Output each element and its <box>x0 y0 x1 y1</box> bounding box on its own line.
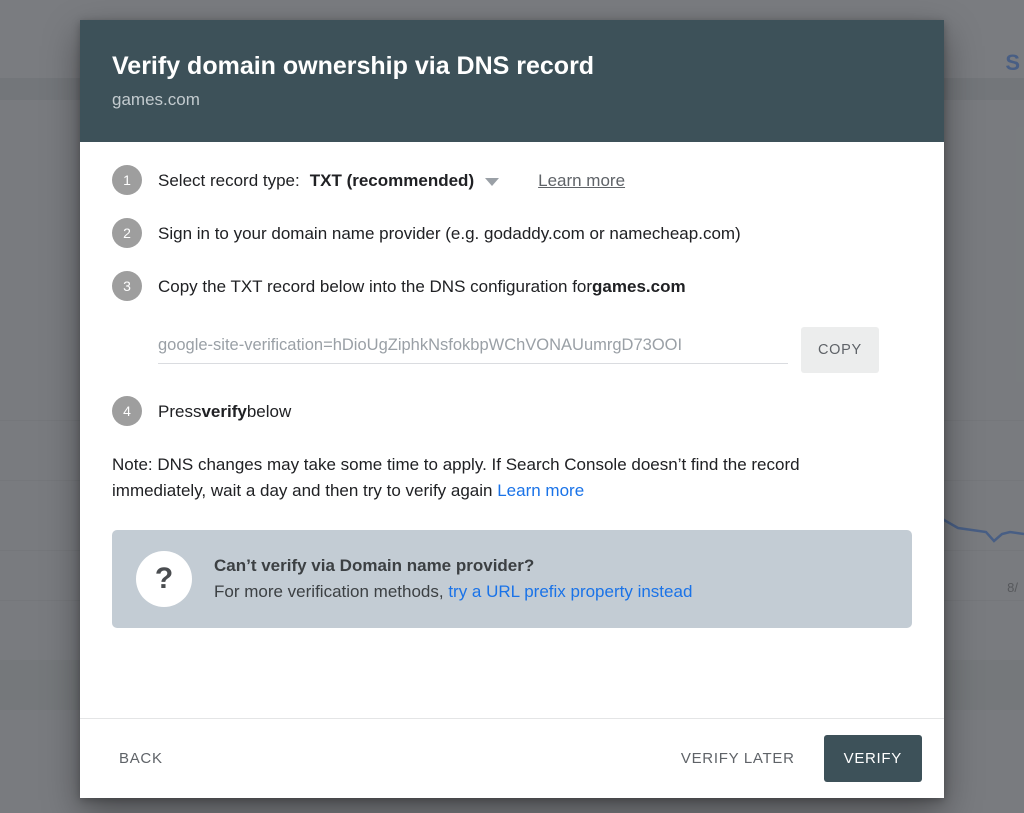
step-3: 3 Copy the TXT record below into the DNS… <box>112 271 912 301</box>
dns-note: Note: DNS changes may take some time to … <box>112 452 882 504</box>
verify-later-button[interactable]: VERIFY LATER <box>664 738 812 779</box>
help-callout-title: Can’t verify via Domain name provider? <box>214 556 535 575</box>
help-callout-sub-prefix: For more verification methods, <box>214 582 449 601</box>
record-type-value: TXT (recommended) <box>309 171 475 190</box>
record-type-select[interactable]: TXT (recommended) <box>309 168 500 194</box>
step-3-content: Copy the TXT record below into the DNS c… <box>158 274 686 300</box>
url-prefix-property-link[interactable]: try a URL prefix property instead <box>448 582 692 601</box>
step-badge-4: 4 <box>112 396 142 426</box>
help-callout-text: Can’t verify via Domain name provider? F… <box>214 553 692 605</box>
step-2-label: Sign in to your domain name provider (e.… <box>158 224 741 243</box>
chevron-down-icon <box>485 178 500 186</box>
step-4-content: Press verify below <box>158 399 291 425</box>
step-4-emphasis: verify <box>201 402 247 421</box>
learn-more-link-note[interactable]: Learn more <box>497 481 584 500</box>
step-4-label-suffix: below <box>246 402 292 421</box>
step-1-content: Select record type: TXT (recommended) Le… <box>158 168 625 194</box>
verify-domain-dialog: Verify domain ownership via DNS record g… <box>80 20 944 798</box>
step-4: 4 Press verify below <box>112 396 912 426</box>
step-badge-1: 1 <box>112 165 142 195</box>
txt-record-value[interactable]: google-site-verification=hDioUgZiphkNsfo… <box>158 336 788 364</box>
step-3-label-prefix: Copy the TXT record below into the DNS c… <box>158 277 593 296</box>
dialog-header: Verify domain ownership via DNS record g… <box>80 20 944 142</box>
question-mark-icon: ? <box>136 551 192 607</box>
step-1-label: Select record type: <box>158 171 300 190</box>
page-title: Verify domain ownership via DNS record <box>112 52 595 81</box>
back-button[interactable]: BACK <box>102 738 180 779</box>
copy-button[interactable]: COPY <box>801 327 879 373</box>
dialog-body: 1 Select record type: TXT (recommended) … <box>80 142 944 718</box>
step-1: 1 Select record type: TXT (recommended) … <box>112 165 912 195</box>
verify-button[interactable]: VERIFY <box>823 735 922 782</box>
txt-record-row: google-site-verification=hDioUgZiphkNsfo… <box>158 327 912 373</box>
dialog-footer: BACK VERIFY LATER VERIFY <box>80 718 944 798</box>
step-3-domain: games.com <box>592 277 686 296</box>
step-4-label-prefix: Press <box>158 402 202 421</box>
step-2: 2 Sign in to your domain name provider (… <box>112 218 912 248</box>
step-badge-3: 3 <box>112 271 142 301</box>
learn-more-link-record-type[interactable]: Learn more <box>538 168 625 194</box>
step-badge-2: 2 <box>112 218 142 248</box>
help-callout: ? Can’t verify via Domain name provider?… <box>112 530 912 628</box>
help-callout-subtitle: For more verification methods, try a URL… <box>214 579 692 605</box>
dns-note-text: Note: DNS changes may take some time to … <box>112 455 800 500</box>
dialog-subtitle: games.com <box>112 90 200 110</box>
